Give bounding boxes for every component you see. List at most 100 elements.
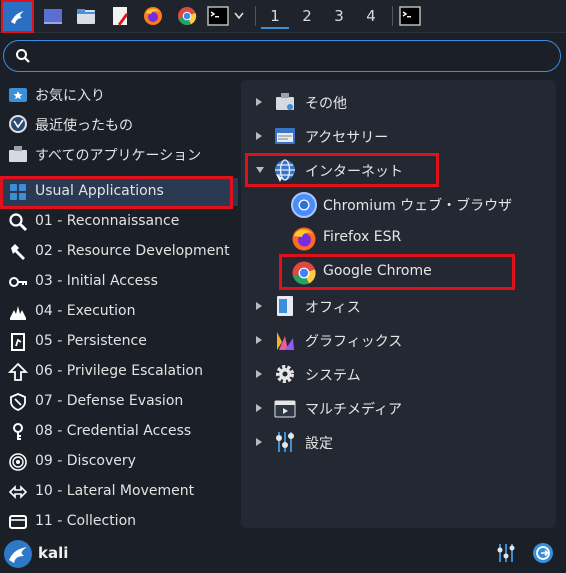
category-label: 10 - Lateral Movement bbox=[35, 483, 195, 499]
other-icon bbox=[276, 93, 294, 110]
favorites-icon bbox=[9, 88, 27, 102]
search-bar[interactable] bbox=[3, 40, 561, 72]
category-favorites[interactable]: お気に入り bbox=[0, 80, 238, 108]
submenu-multimedia[interactable]: マルチメディア bbox=[241, 392, 556, 424]
category-label: 05 - Persistence bbox=[35, 333, 147, 349]
file-manager-icon[interactable] bbox=[75, 5, 97, 27]
workspace-2[interactable]: 2 bbox=[293, 3, 321, 29]
user-name: kali bbox=[38, 544, 69, 562]
chrome-icon bbox=[292, 261, 316, 285]
kali-dragon-icon bbox=[10, 10, 24, 24]
lateral-movement-icon bbox=[8, 485, 28, 499]
terminal-window-icon[interactable] bbox=[399, 5, 421, 27]
app-chromium[interactable]: Chromium ウェブ・ブラウザ bbox=[241, 188, 556, 220]
all-apps-icon bbox=[9, 146, 27, 162]
category-credential-access[interactable]: 08 - Credential Access bbox=[0, 418, 238, 446]
kali-avatar-icon bbox=[9, 547, 27, 563]
category-label: 最近使ったもの bbox=[35, 118, 133, 134]
credential-access-icon bbox=[13, 423, 23, 440]
taskbar-separator bbox=[255, 6, 256, 26]
category-label: お気に入り bbox=[35, 88, 105, 104]
category-label: 04 - Execution bbox=[35, 303, 136, 319]
text-editor-icon[interactable] bbox=[109, 5, 131, 27]
expand-arrow-icon bbox=[256, 370, 262, 378]
accessories-icon bbox=[275, 128, 295, 144]
category-label: 11 - Collection bbox=[35, 513, 137, 529]
chevron-down-icon[interactable] bbox=[234, 12, 244, 20]
collection-icon bbox=[9, 515, 27, 529]
recon-icon bbox=[9, 213, 28, 232]
expand-arrow-icon bbox=[256, 302, 262, 310]
terminal-taskbar-icon[interactable] bbox=[207, 5, 229, 27]
submenu-settings[interactable]: 設定 bbox=[241, 426, 556, 458]
system-gear-icon bbox=[276, 365, 294, 383]
category-persistence[interactable]: 05 - Persistence bbox=[0, 328, 238, 356]
submenu-other[interactable]: その他 bbox=[241, 86, 556, 118]
submenu-label: インターネット bbox=[305, 164, 403, 180]
category-label: 09 - Discovery bbox=[35, 453, 136, 469]
category-execution[interactable]: 04 - Execution bbox=[0, 298, 238, 326]
category-label: 03 - Initial Access bbox=[35, 273, 158, 289]
workspace-3[interactable]: 3 bbox=[325, 3, 353, 29]
category-list: お気に入り 最近使ったもの すべてのアプリケーション Usual Applica… bbox=[0, 80, 238, 536]
graphics-icon bbox=[277, 332, 294, 350]
persistence-icon bbox=[11, 333, 25, 351]
submenu-internet[interactable]: インターネット bbox=[241, 154, 556, 186]
execution-icon bbox=[10, 306, 26, 320]
category-collection[interactable]: 11 - Collection bbox=[0, 508, 238, 536]
settings-manager-icon[interactable] bbox=[494, 541, 518, 565]
submenu-label: アクセサリー bbox=[305, 130, 389, 146]
category-resource-development[interactable]: 02 - Resource Development bbox=[0, 238, 238, 266]
submenu-system[interactable]: システム bbox=[241, 358, 556, 390]
app-google-chrome[interactable]: Google Chrome bbox=[241, 256, 556, 288]
category-label: 08 - Credential Access bbox=[35, 423, 192, 439]
category-privilege-escalation[interactable]: 06 - Privilege Escalation bbox=[0, 358, 238, 386]
expand-arrow-icon bbox=[256, 404, 262, 412]
multimedia-icon bbox=[274, 400, 296, 418]
category-label: 06 - Privilege Escalation bbox=[35, 363, 203, 379]
recent-icon bbox=[9, 115, 27, 133]
app-firefox-esr[interactable]: Firefox ESR bbox=[241, 222, 556, 254]
usual-apps-icon bbox=[10, 184, 26, 200]
app-label: Firefox ESR bbox=[323, 229, 402, 245]
submenu-label: その他 bbox=[305, 96, 347, 112]
expand-arrow-icon bbox=[256, 132, 262, 140]
category-defense-evasion[interactable]: 07 - Defense Evasion bbox=[0, 388, 238, 416]
firefox-icon bbox=[292, 227, 316, 251]
category-label: Usual Applications bbox=[35, 183, 164, 199]
category-label: 01 - Reconnaissance bbox=[35, 213, 180, 229]
category-discovery[interactable]: 09 - Discovery bbox=[0, 448, 238, 476]
category-recent[interactable]: 最近使ったもの bbox=[0, 110, 238, 138]
logout-icon[interactable] bbox=[531, 541, 555, 565]
submenu-label: システム bbox=[305, 368, 361, 384]
collapse-arrow-icon bbox=[256, 167, 264, 173]
category-label: 02 - Resource Development bbox=[35, 243, 230, 259]
category-lateral-movement[interactable]: 10 - Lateral Movement bbox=[0, 478, 238, 506]
app-label: Chromium ウェブ・ブラウザ bbox=[323, 198, 513, 214]
kali-menu-button[interactable] bbox=[1, 0, 34, 33]
resource-dev-icon bbox=[11, 244, 25, 260]
submenu-office[interactable]: オフィス bbox=[241, 290, 556, 322]
category-all-apps[interactable]: すべてのアプリケーション bbox=[0, 140, 238, 168]
taskbar: 1 2 3 4 bbox=[0, 0, 566, 33]
chrome-taskbar-icon[interactable] bbox=[176, 5, 198, 27]
search-input[interactable] bbox=[40, 45, 550, 67]
show-desktop-icon[interactable] bbox=[42, 5, 64, 27]
user-avatar[interactable] bbox=[4, 540, 32, 568]
submenu-graphics[interactable]: グラフィックス bbox=[241, 324, 556, 356]
workspace-1[interactable]: 1 bbox=[261, 3, 289, 29]
submenu-label: マルチメディア bbox=[305, 402, 403, 418]
bottom-bar: kali bbox=[0, 536, 566, 573]
search-icon bbox=[16, 49, 30, 63]
submenu-accessories[interactable]: アクセサリー bbox=[241, 120, 556, 152]
firefox-taskbar-icon[interactable] bbox=[142, 5, 164, 27]
defense-evasion-icon bbox=[10, 393, 26, 411]
submenu-label: グラフィックス bbox=[305, 334, 403, 350]
chromium-icon bbox=[291, 192, 317, 218]
category-initial-access[interactable]: 03 - Initial Access bbox=[0, 268, 238, 296]
category-reconnaissance[interactable]: 01 - Reconnaissance bbox=[0, 208, 238, 236]
submenu-label: 設定 bbox=[305, 436, 333, 452]
taskbar-separator bbox=[392, 6, 393, 26]
workspace-4[interactable]: 4 bbox=[357, 3, 385, 29]
category-usual-applications[interactable]: Usual Applications bbox=[0, 178, 238, 206]
